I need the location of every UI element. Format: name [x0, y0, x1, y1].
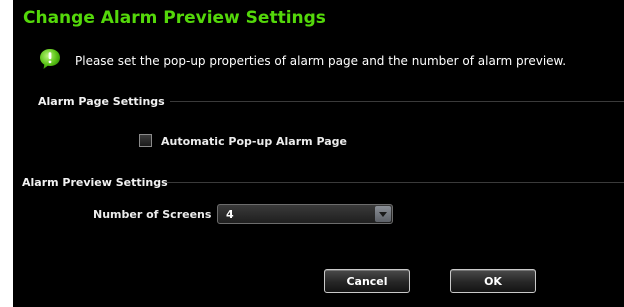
alarm-page-divider: [170, 101, 624, 102]
alarm-preview-dialog: Change Alarm Preview Settings Please set…: [13, 0, 624, 307]
auto-popup-checkbox[interactable]: [139, 134, 152, 147]
cancel-button[interactable]: Cancel: [324, 269, 410, 293]
alarm-preview-divider: [167, 182, 624, 183]
number-of-screens-value: 4: [226, 208, 234, 221]
ok-button[interactable]: OK: [450, 269, 536, 293]
number-of-screens-select[interactable]: 4: [217, 204, 393, 224]
number-of-screens-label: Number of Screens: [93, 208, 212, 221]
auto-popup-label[interactable]: Automatic Pop-up Alarm Page: [161, 135, 347, 148]
alarm-page-section-label: Alarm Page Settings: [38, 95, 165, 108]
alarm-preview-section-label: Alarm Preview Settings: [22, 176, 168, 189]
info-bubble-icon: [40, 49, 60, 69]
chevron-down-icon[interactable]: [375, 206, 391, 222]
dialog-title: Change Alarm Preview Settings: [23, 8, 326, 28]
info-message: Please set the pop-up properties of alar…: [75, 54, 567, 68]
